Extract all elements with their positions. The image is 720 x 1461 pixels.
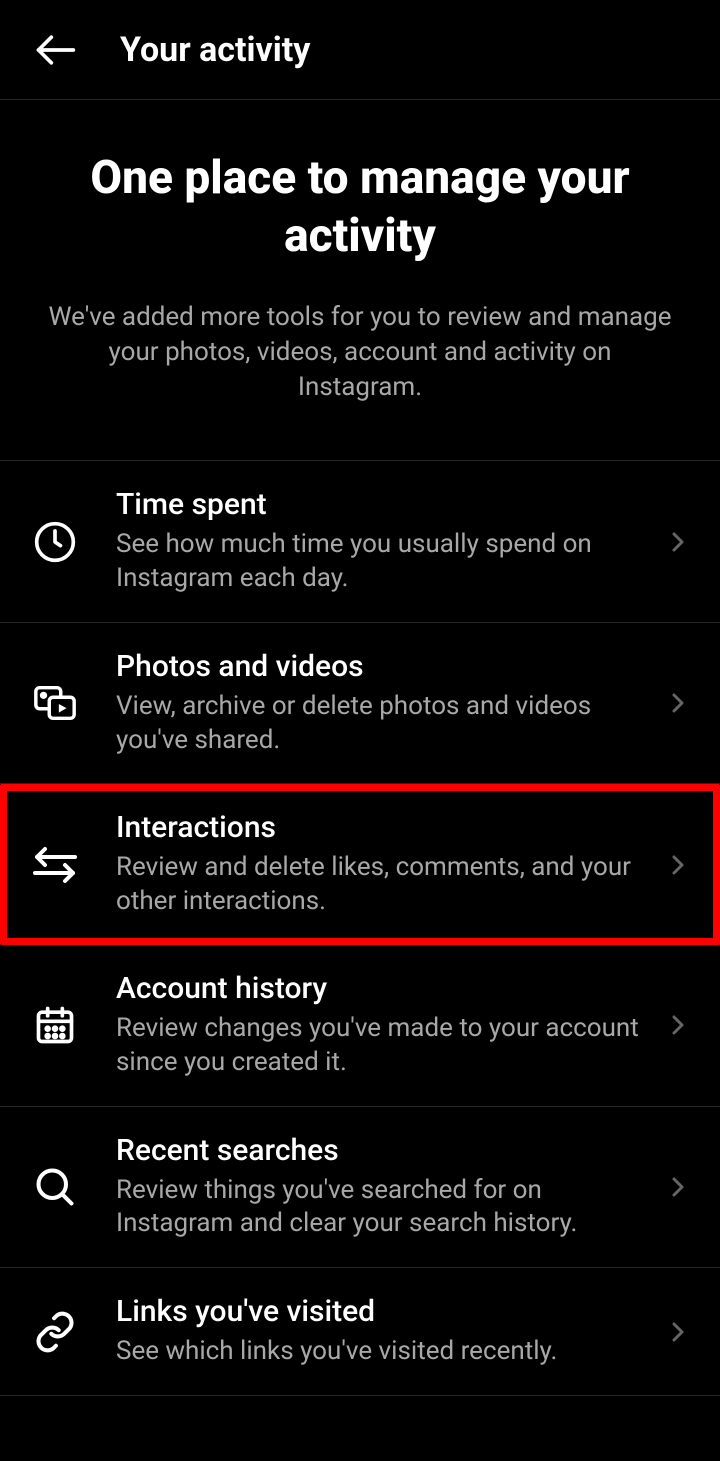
item-title: Time spent <box>116 487 646 522</box>
item-title: Links you've visited <box>116 1294 646 1329</box>
list-item-time-spent[interactable]: Time spent See how much time you usually… <box>0 461 720 623</box>
item-desc: View, archive or delete photos and video… <box>116 690 646 758</box>
back-arrow-icon <box>33 28 77 72</box>
item-desc: Review and delete likes, comments, and y… <box>116 851 646 919</box>
item-title: Photos and videos <box>116 649 646 684</box>
item-text: Links you've visited See which links you… <box>116 1294 646 1369</box>
item-text: Interactions Review and delete likes, co… <box>116 810 646 919</box>
item-desc: Review changes you've made to your accou… <box>116 1012 646 1080</box>
item-title: Recent searches <box>116 1133 646 1168</box>
chevron-right-icon <box>666 530 690 554</box>
chevron-right-icon <box>666 1013 690 1037</box>
item-text: Time spent See how much time you usually… <box>116 487 646 596</box>
list-item-interactions[interactable]: Interactions Review and delete likes, co… <box>0 784 720 945</box>
calendar-icon <box>30 1000 80 1050</box>
chevron-right-icon <box>666 691 690 715</box>
intro-heading: One place to manage your activity <box>45 150 675 265</box>
list-item-recent-searches[interactable]: Recent searches Review things you've sea… <box>0 1107 720 1269</box>
item-text: Photos and videos View, archive or delet… <box>116 649 646 758</box>
chevron-right-icon <box>666 853 690 877</box>
list-item-account-history[interactable]: Account history Review changes you've ma… <box>0 945 720 1107</box>
item-desc: See how much time you usually spend on I… <box>116 528 646 596</box>
list-item-links-visited[interactable]: Links you've visited See which links you… <box>0 1268 720 1396</box>
interactions-icon <box>30 840 80 890</box>
item-text: Account history Review changes you've ma… <box>116 971 646 1080</box>
header: Your activity <box>0 0 720 100</box>
item-text: Recent searches Review things you've sea… <box>116 1133 646 1242</box>
chevron-right-icon <box>666 1175 690 1199</box>
intro-section: One place to manage your activity We've … <box>0 100 720 461</box>
item-title: Interactions <box>116 810 646 845</box>
media-icon <box>30 678 80 728</box>
intro-subtitle: We've added more tools for you to review… <box>45 300 675 405</box>
item-desc: See which links you've visited recently. <box>116 1335 646 1369</box>
list-item-photos-videos[interactable]: Photos and videos View, archive or delet… <box>0 623 720 785</box>
back-button[interactable] <box>30 25 80 75</box>
item-title: Account history <box>116 971 646 1006</box>
search-icon <box>30 1162 80 1212</box>
page-title: Your activity <box>120 30 310 70</box>
clock-icon <box>30 517 80 567</box>
chevron-right-icon <box>666 1320 690 1344</box>
link-icon <box>30 1307 80 1357</box>
item-desc: Review things you've searched for on Ins… <box>116 1174 646 1242</box>
